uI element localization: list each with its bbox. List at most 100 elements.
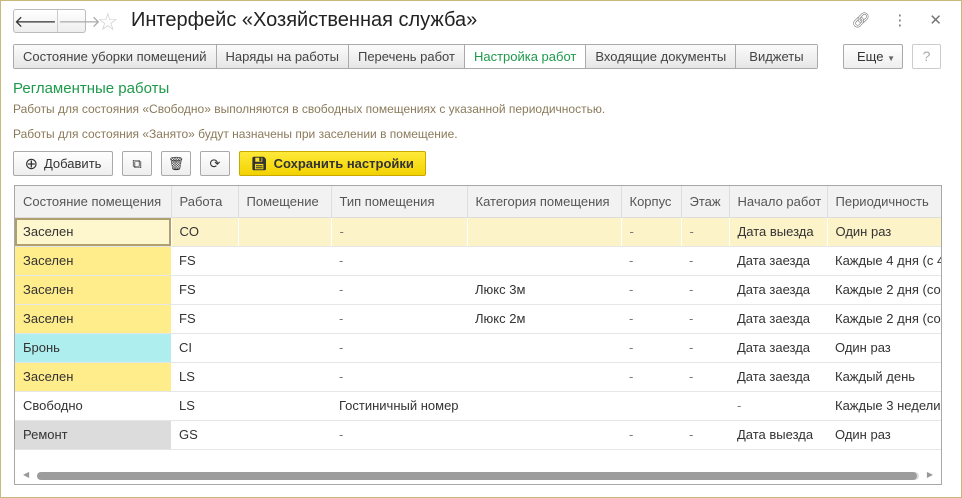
tab-cleaning-status[interactable]: Состояние уборки помещений xyxy=(14,45,217,68)
table-cell[interactable]: CO xyxy=(171,217,239,247)
table-row[interactable]: Заселен LS - - - Дата заезда Каждый день xyxy=(15,362,941,392)
table-cell[interactable]: Заселен xyxy=(15,362,171,392)
tab-incoming-documents[interactable]: Входящие документы xyxy=(586,45,737,68)
table-cell[interactable]: Один раз xyxy=(827,333,941,363)
table-cell[interactable]: - xyxy=(331,362,467,392)
more-button[interactable]: Еще ▼ xyxy=(843,44,903,69)
copy-button[interactable]: ⧉ xyxy=(122,151,152,176)
table-cell[interactable]: Дата заезда xyxy=(729,333,827,363)
table-cell[interactable] xyxy=(238,304,331,334)
scroll-left-icon[interactable]: ◀ xyxy=(23,470,29,479)
table-cell[interactable]: - xyxy=(681,217,730,247)
table-cell[interactable]: - xyxy=(681,275,729,305)
table-cell[interactable]: Дата выезда xyxy=(729,420,827,450)
table-cell[interactable]: Свободно xyxy=(15,391,171,421)
forward-button[interactable]: 🡒 xyxy=(56,10,101,32)
table-cell[interactable]: LS xyxy=(171,362,238,392)
table-cell[interactable] xyxy=(467,217,622,247)
table-cell[interactable] xyxy=(238,362,331,392)
table-cell[interactable]: - xyxy=(681,362,729,392)
table-cell[interactable] xyxy=(238,420,331,450)
table-cell[interactable]: - xyxy=(331,304,467,334)
column-header[interactable]: Помещение xyxy=(238,186,332,218)
more-vertical-icon[interactable]: ⋮ xyxy=(892,11,907,29)
table-cell[interactable]: - xyxy=(331,333,467,363)
table-cell[interactable] xyxy=(467,246,621,276)
table-cell[interactable]: FS xyxy=(171,304,238,334)
table-cell[interactable]: CI xyxy=(171,333,238,363)
table-cell[interactable] xyxy=(238,275,331,305)
scroll-right-icon[interactable]: ▶ xyxy=(927,470,933,479)
table-cell[interactable]: - xyxy=(621,362,681,392)
refresh-button[interactable]: ⟳ xyxy=(200,151,230,176)
table-cell[interactable]: Люкс 2м xyxy=(467,304,621,334)
help-button[interactable]: ? xyxy=(912,44,941,69)
table-cell[interactable]: Дата заезда xyxy=(729,246,827,276)
table-cell[interactable]: - xyxy=(621,420,681,450)
column-header[interactable]: Тип помещения xyxy=(331,186,468,218)
table-cell[interactable]: - xyxy=(621,217,682,247)
table-cell[interactable]: Гостиничный номер xyxy=(331,391,467,421)
table-cell[interactable] xyxy=(621,391,681,421)
table-cell[interactable]: Каждый день xyxy=(827,362,941,392)
table-cell[interactable]: Бронь xyxy=(15,333,171,363)
table-cell[interactable]: - xyxy=(331,420,467,450)
table-cell[interactable]: Один раз xyxy=(827,217,941,247)
table-row[interactable]: Заселен FS - - - Дата заезда Каждые 4 дня (с 4 xyxy=(15,246,941,276)
tab-work-orders[interactable]: Наряды на работы xyxy=(216,45,349,68)
save-settings-button[interactable]: 💾︎ Сохранить настройки xyxy=(239,151,426,176)
table-cell[interactable] xyxy=(238,333,331,363)
table-cell[interactable]: - xyxy=(621,333,681,363)
table-cell[interactable] xyxy=(467,420,621,450)
table-cell[interactable]: Заселен xyxy=(15,304,171,334)
table-cell[interactable]: - xyxy=(681,246,729,276)
tab-widgets[interactable]: Виджеты xyxy=(736,45,817,68)
table-row[interactable]: Заселен CO - - - Дата выезда Один раз xyxy=(15,217,941,247)
horizontal-scrollbar[interactable]: ◀ ▶ xyxy=(15,470,941,480)
table-cell[interactable]: FS xyxy=(171,246,238,276)
column-header[interactable]: Корпус xyxy=(621,186,682,218)
table-cell[interactable]: - xyxy=(331,246,467,276)
table-cell[interactable]: Каждые 2 дня (со xyxy=(827,275,941,305)
table-cell[interactable]: Заселен xyxy=(15,217,172,247)
column-header[interactable]: Состояние помещения xyxy=(15,186,172,218)
table-row[interactable]: Свободно LS Гостиничный номер - Каждые 3 нед… xyxy=(15,391,941,421)
table-cell[interactable]: Заселен xyxy=(15,246,171,276)
table-cell[interactable]: Каждые 3 недели xyxy=(827,391,941,421)
table-cell[interactable] xyxy=(681,391,729,421)
table-cell[interactable]: Дата заезда xyxy=(729,362,827,392)
table-cell[interactable]: Дата заезда xyxy=(729,304,827,334)
table-cell[interactable]: Один раз xyxy=(827,420,941,450)
column-header[interactable]: Периодичность xyxy=(827,186,941,218)
favorite-star-icon[interactable]: ☆ xyxy=(97,8,119,37)
column-header[interactable]: Этаж xyxy=(681,186,730,218)
column-header[interactable]: Категория помещения xyxy=(467,186,622,218)
table-cell[interactable]: Дата заезда xyxy=(729,275,827,305)
table-row[interactable]: Бронь CI - - - Дата заезда Один раз xyxy=(15,333,941,363)
table-row[interactable]: Заселен FS - Люкс 2м - - Дата заезда Каждые 2 д… xyxy=(15,304,941,334)
table-cell[interactable] xyxy=(467,333,621,363)
table-cell[interactable]: - xyxy=(681,304,729,334)
table-cell[interactable]: GS xyxy=(171,420,238,450)
table-cell[interactable]: - xyxy=(331,217,468,247)
table-cell[interactable]: Заселен xyxy=(15,275,171,305)
table-cell[interactable] xyxy=(238,246,331,276)
add-button[interactable]: ⊕ Добавить xyxy=(13,151,113,176)
table-cell[interactable] xyxy=(467,362,621,392)
scroll-thumb[interactable] xyxy=(37,472,917,480)
table-cell[interactable]: Каждые 2 дня (со xyxy=(827,304,941,334)
table-cell[interactable] xyxy=(238,391,331,421)
table-cell[interactable]: - xyxy=(729,391,827,421)
column-header[interactable]: Начало работ xyxy=(729,186,828,218)
table-cell[interactable]: Дата выезда xyxy=(729,217,828,247)
table-cell[interactable]: Люкс 3м xyxy=(467,275,621,305)
table-cell[interactable] xyxy=(238,217,332,247)
tab-work-list[interactable]: Перечень работ xyxy=(348,45,465,68)
table-cell[interactable]: - xyxy=(331,275,467,305)
table-cell[interactable] xyxy=(467,391,621,421)
back-button[interactable]: 🡐 xyxy=(14,10,57,32)
table-cell[interactable]: FS xyxy=(171,275,238,305)
table-cell[interactable]: - xyxy=(681,333,729,363)
table-cell[interactable]: - xyxy=(621,275,681,305)
table-cell[interactable]: Ремонт xyxy=(15,420,171,450)
